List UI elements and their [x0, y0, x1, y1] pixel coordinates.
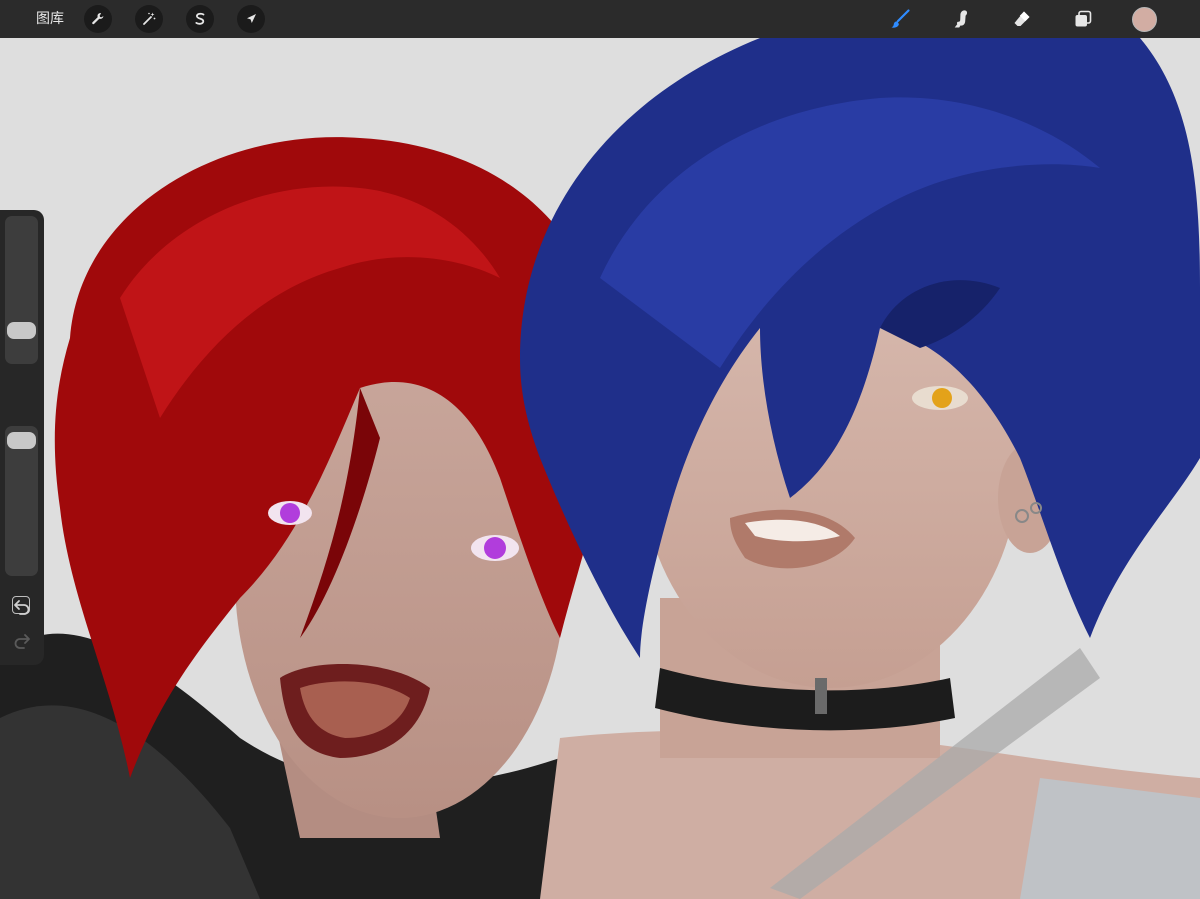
brush-size-thumb[interactable] — [7, 322, 36, 340]
redo-icon — [14, 634, 30, 649]
brush-icon — [891, 9, 910, 28]
selection-icon — [195, 12, 205, 25]
brush-size-slider[interactable] — [5, 216, 38, 364]
eraser-icon — [1014, 11, 1030, 26]
move-arrow-icon — [247, 14, 256, 23]
side-toolbar — [0, 210, 44, 665]
undo-button[interactable] — [10, 594, 34, 618]
smudge-tool-button[interactable] — [948, 6, 974, 32]
artwork-illustration — [0, 38, 1200, 899]
layers-icon — [1075, 10, 1092, 27]
actions-wrench-button[interactable] — [84, 5, 112, 33]
layers-button[interactable] — [1070, 6, 1096, 32]
smudge-icon — [954, 10, 968, 28]
brush-tool-button[interactable] — [887, 6, 913, 32]
drawing-canvas[interactable] — [0, 38, 1200, 899]
color-picker-button[interactable] — [1132, 7, 1157, 32]
undo-icon — [14, 600, 30, 615]
opacity-slider[interactable] — [5, 426, 38, 576]
redo-button[interactable] — [10, 628, 34, 652]
opacity-thumb[interactable] — [7, 431, 36, 449]
selection-button[interactable] — [186, 5, 214, 33]
gallery-button[interactable]: 图库 — [36, 9, 64, 29]
magic-wand-icon — [143, 12, 156, 25]
wrench-icon — [92, 12, 104, 25]
adjustments-button[interactable] — [135, 5, 163, 33]
eraser-tool-button[interactable] — [1009, 6, 1035, 32]
top-toolbar: 图库 — [0, 0, 1200, 38]
transform-button[interactable] — [237, 5, 265, 33]
